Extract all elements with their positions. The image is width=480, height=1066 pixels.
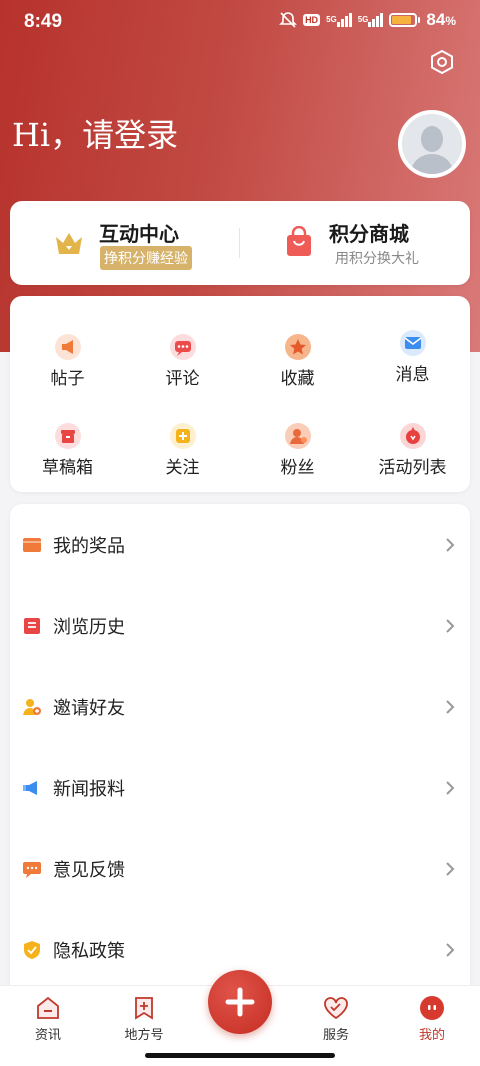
points-mall[interactable]: 积分商城 用积分换大礼 <box>240 201 470 285</box>
mail-icon <box>398 328 428 358</box>
crown-icon <box>52 226 86 260</box>
history-icon <box>22 616 42 636</box>
list-item-browse-history[interactable]: 浏览历史 <box>10 585 470 665</box>
function-grid: 帖子 评论 收藏 消息 草稿箱 关注 粉丝 活动列表 <box>10 296 470 492</box>
tab-local-accounts[interactable]: 地方号 <box>96 986 192 1046</box>
local-account-icon <box>130 994 158 1022</box>
battery-percent: 84% <box>426 10 456 29</box>
signal-icon: 5G <box>326 13 352 27</box>
fans-icon <box>283 421 313 451</box>
avatar[interactable] <box>398 110 466 178</box>
settings-list: 我的奖品 浏览历史 邀请好友 新闻报料 意见反馈 隐私政策 <box>10 504 470 1004</box>
grid-item-activities[interactable]: 活动列表 <box>355 399 470 479</box>
hd-badge: HD <box>303 14 321 26</box>
interaction-center[interactable]: 互动中心 挣积分赚经验 <box>10 201 240 285</box>
signal-icon-2: 5G <box>358 13 384 27</box>
mute-bell-icon <box>279 11 297 29</box>
profile-icon <box>418 994 446 1022</box>
status-bar: 8:49 HD 5G 5G 84% <box>0 0 480 44</box>
tab-news[interactable]: 资讯 <box>0 986 96 1046</box>
settings-hex-icon[interactable] <box>428 48 456 76</box>
create-post-button[interactable] <box>208 970 272 1034</box>
activity-icon <box>398 421 428 451</box>
grid-item-messages[interactable]: 消息 <box>355 306 470 386</box>
battery-icon <box>389 13 421 27</box>
grid-item-comments[interactable]: 评论 <box>125 310 240 390</box>
megaphone-icon <box>53 332 83 362</box>
chevron-right-icon <box>444 780 456 796</box>
tab-services[interactable]: 服务 <box>288 986 384 1046</box>
plus-icon <box>225 987 255 1017</box>
grid-item-posts[interactable]: 帖子 <box>10 310 125 390</box>
status-time: 8:49 <box>24 11 63 32</box>
invite-friend-icon <box>22 697 42 717</box>
privacy-shield-icon <box>22 940 42 960</box>
grid-item-drafts[interactable]: 草稿箱 <box>10 399 125 479</box>
follow-plus-icon <box>168 421 198 451</box>
earn-points-badge: 挣积分赚经验 <box>100 246 192 270</box>
tab-mine[interactable]: 我的 <box>384 986 480 1046</box>
grid-item-fans[interactable]: 粉丝 <box>240 399 355 479</box>
chevron-right-icon <box>444 618 456 634</box>
drafts-box-icon <box>53 421 83 451</box>
service-heart-icon <box>322 994 350 1022</box>
comment-icon <box>168 332 198 362</box>
grid-item-favorites[interactable]: 收藏 <box>240 310 355 390</box>
default-avatar-icon <box>402 114 462 174</box>
list-item-feedback[interactable]: 意见反馈 <box>10 828 470 908</box>
feedback-icon <box>22 859 42 879</box>
home-indicator[interactable] <box>145 1053 335 1058</box>
list-item-my-prizes[interactable]: 我的奖品 <box>10 504 470 584</box>
news-tip-icon <box>22 778 42 798</box>
shopping-bag-icon <box>282 225 316 260</box>
list-item-news-tips[interactable]: 新闻报料 <box>10 747 470 827</box>
chevron-right-icon <box>444 861 456 877</box>
chevron-right-icon <box>444 942 456 958</box>
grid-item-following[interactable]: 关注 <box>125 399 240 479</box>
login-prompt[interactable]: Hi，请登录 <box>12 110 178 156</box>
news-icon <box>34 994 62 1022</box>
chevron-right-icon <box>444 537 456 553</box>
wallet-icon <box>22 535 42 555</box>
list-item-invite-friends[interactable]: 邀请好友 <box>10 666 470 746</box>
feature-card: 互动中心 挣积分赚经验 积分商城 用积分换大礼 <box>10 201 470 285</box>
star-icon <box>283 332 313 362</box>
chevron-right-icon <box>444 699 456 715</box>
